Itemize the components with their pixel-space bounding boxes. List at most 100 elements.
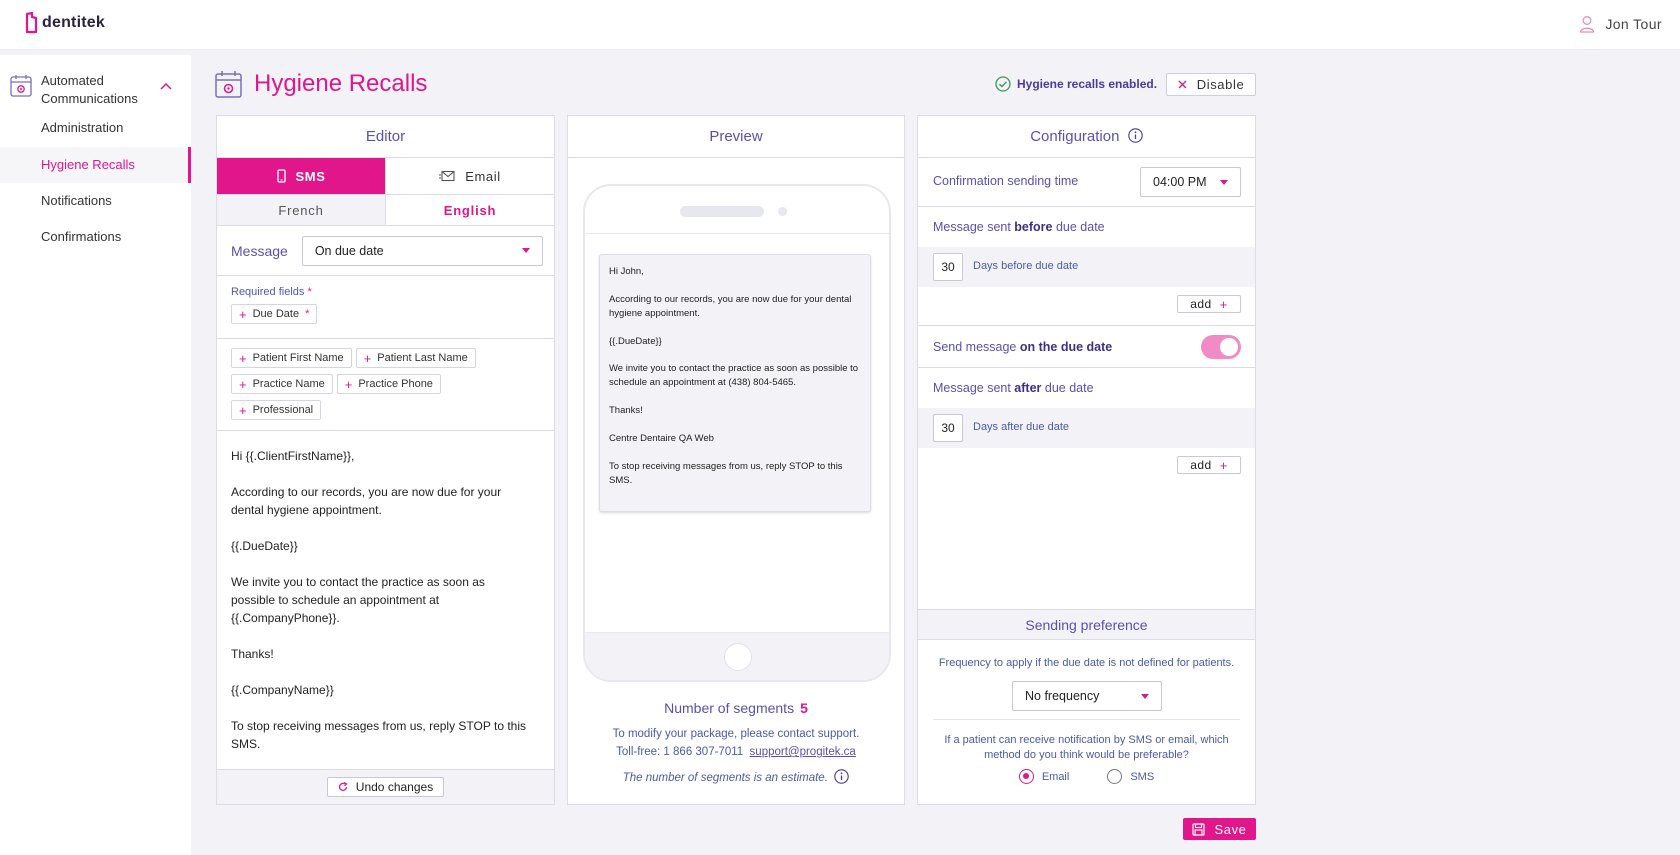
tooth-logo-icon xyxy=(25,12,38,34)
message-line: Hi {{.ClientFirstName}}, xyxy=(231,449,355,463)
before-due-date-section: Message sent before due date 30 Days bef… xyxy=(918,207,1255,326)
phone-camera xyxy=(778,207,787,216)
preview-line: Thanks! xyxy=(609,405,643,416)
plus-icon: + xyxy=(239,402,247,418)
user-icon xyxy=(1580,16,1595,33)
message-line: According to our records, you are now du… xyxy=(231,485,502,517)
optional-fields: + Patient First Name + Patient Last Name + P… xyxy=(217,339,554,431)
message-line: {{.CompanyName}} xyxy=(231,683,334,697)
message-line: To stop receiving messages from us, repl… xyxy=(231,719,527,751)
plus-icon: + xyxy=(1219,457,1228,473)
before-due-date-label: Message sent before due date xyxy=(933,220,1105,234)
editor-panel: Editor SMS Email French English Message … xyxy=(216,115,555,805)
sidebar-section-automated-communications[interactable]: Automated Communications xyxy=(10,72,180,112)
radio-sms[interactable]: SMS xyxy=(1107,769,1154,784)
add-label: add xyxy=(1190,458,1212,472)
sending-time-value: 04:00 PM xyxy=(1153,175,1207,189)
close-icon xyxy=(1178,80,1187,89)
undo-changes-button[interactable]: Undo changes xyxy=(326,777,445,797)
chip-label: Practice Name xyxy=(252,378,325,390)
package-text: To modify your package, please contact s… xyxy=(612,728,860,740)
envelope-icon xyxy=(439,170,455,182)
logo-text: dentitek xyxy=(42,14,105,31)
info-icon[interactable] xyxy=(1128,128,1143,143)
message-line: We invite you to contact the practice as… xyxy=(231,575,485,625)
chip-practice-name[interactable]: + Practice Name xyxy=(231,374,333,394)
radio-email[interactable]: Email xyxy=(1018,769,1070,784)
editor-title: Editor xyxy=(217,116,554,158)
divider xyxy=(933,719,1240,720)
sidebar-item-administration[interactable]: Administration xyxy=(0,110,191,146)
configuration-title: Configuration xyxy=(1030,128,1120,145)
calendar-gear-icon xyxy=(215,71,242,98)
chip-practice-phone[interactable]: + Practice Phone xyxy=(336,374,441,394)
phone-icon xyxy=(276,169,286,183)
on-due-date-row: Send message on the due date xyxy=(918,326,1255,368)
undo-icon xyxy=(338,782,348,791)
configuration-header: Configuration xyxy=(918,116,1255,158)
radio-sms-label: SMS xyxy=(1130,770,1155,783)
add-before-button[interactable]: add + xyxy=(1177,295,1241,313)
preview-line: We invite you to contact the practice as… xyxy=(609,363,859,389)
undo-bar: Undo changes xyxy=(217,769,554,804)
add-after-button[interactable]: add + xyxy=(1177,456,1241,474)
sending-time-row: Confirmation sending time 04:00 PM xyxy=(918,158,1255,207)
estimate-line: The number of segments is an estimate. xyxy=(568,769,904,787)
on-due-date-toggle[interactable] xyxy=(1201,335,1241,359)
radio-email-label: Email xyxy=(1041,770,1070,783)
plus-icon: + xyxy=(344,376,353,392)
tab-french[interactable]: French xyxy=(217,195,385,225)
after-due-date-label: Message sent after due date xyxy=(933,381,1094,395)
recall-status: Hygiene recalls enabled. xyxy=(995,76,1157,92)
sending-time-select[interactable]: 04:00 PM xyxy=(1140,167,1241,197)
phone-home-button xyxy=(724,643,752,671)
save-label: Save xyxy=(1214,821,1247,837)
frequency-value: No frequency xyxy=(1025,689,1100,703)
sidebar-item-confirmations[interactable]: Confirmations xyxy=(0,219,191,255)
segments-label: Number of segments xyxy=(664,700,795,716)
plus-icon: + xyxy=(239,306,247,322)
info-icon[interactable] xyxy=(834,769,850,784)
frequency-select[interactable]: No frequency xyxy=(1012,681,1162,711)
phone-speaker xyxy=(680,206,764,217)
phone-screen: Hi John, According to our records, you a… xyxy=(585,234,889,634)
plus-icon: + xyxy=(363,350,372,366)
channel-tabs: SMS Email xyxy=(217,158,554,195)
chip-patient-first-name[interactable]: + Patient First Name xyxy=(231,348,352,368)
sms-preview-bubble: Hi John, According to our records, you a… xyxy=(599,254,871,512)
chip-label: Professional xyxy=(252,404,314,416)
caret-down-icon xyxy=(1220,179,1228,185)
chip-label: Patient First Name xyxy=(252,352,344,364)
on-due-date-label: Send message on the due date xyxy=(933,340,1113,354)
estimate-text: The number of segments is an estimate. xyxy=(622,772,828,784)
configuration-panel: Configuration Confirmation sending time … xyxy=(917,115,1256,805)
chip-label: Patient Last Name xyxy=(377,352,468,364)
add-label: add xyxy=(1190,297,1212,311)
preview-line: To stop receiving messages from us, repl… xyxy=(609,460,843,486)
chip-professional[interactable]: + Professional xyxy=(231,400,322,420)
message-select[interactable]: On due date xyxy=(301,235,543,266)
tab-sms[interactable]: SMS xyxy=(217,158,385,194)
caret-down-icon xyxy=(1141,693,1149,699)
tab-english[interactable]: English xyxy=(385,195,554,225)
calendar-gear-icon xyxy=(10,75,32,97)
preview-line: Hi John, xyxy=(609,266,644,277)
chip-due-date[interactable]: + Due Date * xyxy=(231,304,318,324)
chevron-up-icon[interactable] xyxy=(160,82,172,90)
disable-button[interactable]: Disable xyxy=(1166,73,1256,96)
segments-number: 5 xyxy=(800,700,808,716)
days-before-input[interactable]: 30 xyxy=(933,253,963,281)
sidebar-item-hygiene-recalls[interactable]: Hygiene Recalls xyxy=(0,147,191,183)
segments-count: Number of segments 5 xyxy=(568,700,904,716)
preview-panel: Preview Hi John, According to our record… xyxy=(567,115,905,805)
radio-selected-icon xyxy=(1018,769,1034,784)
sidebar-item-notifications[interactable]: Notifications xyxy=(0,183,191,219)
save-button[interactable]: Save xyxy=(1183,818,1256,840)
support-email-link[interactable]: support@progitek.ca xyxy=(750,746,856,758)
tab-email[interactable]: Email xyxy=(385,158,554,194)
message-editor[interactable]: Hi {{.ClientFirstName}}, According to ou… xyxy=(217,431,554,753)
days-after-input[interactable]: 30 xyxy=(933,414,963,442)
chip-patient-last-name[interactable]: + Patient Last Name xyxy=(355,348,476,368)
logo[interactable]: dentitek xyxy=(24,12,105,34)
user-menu[interactable]: Jon Tour xyxy=(1579,15,1662,33)
